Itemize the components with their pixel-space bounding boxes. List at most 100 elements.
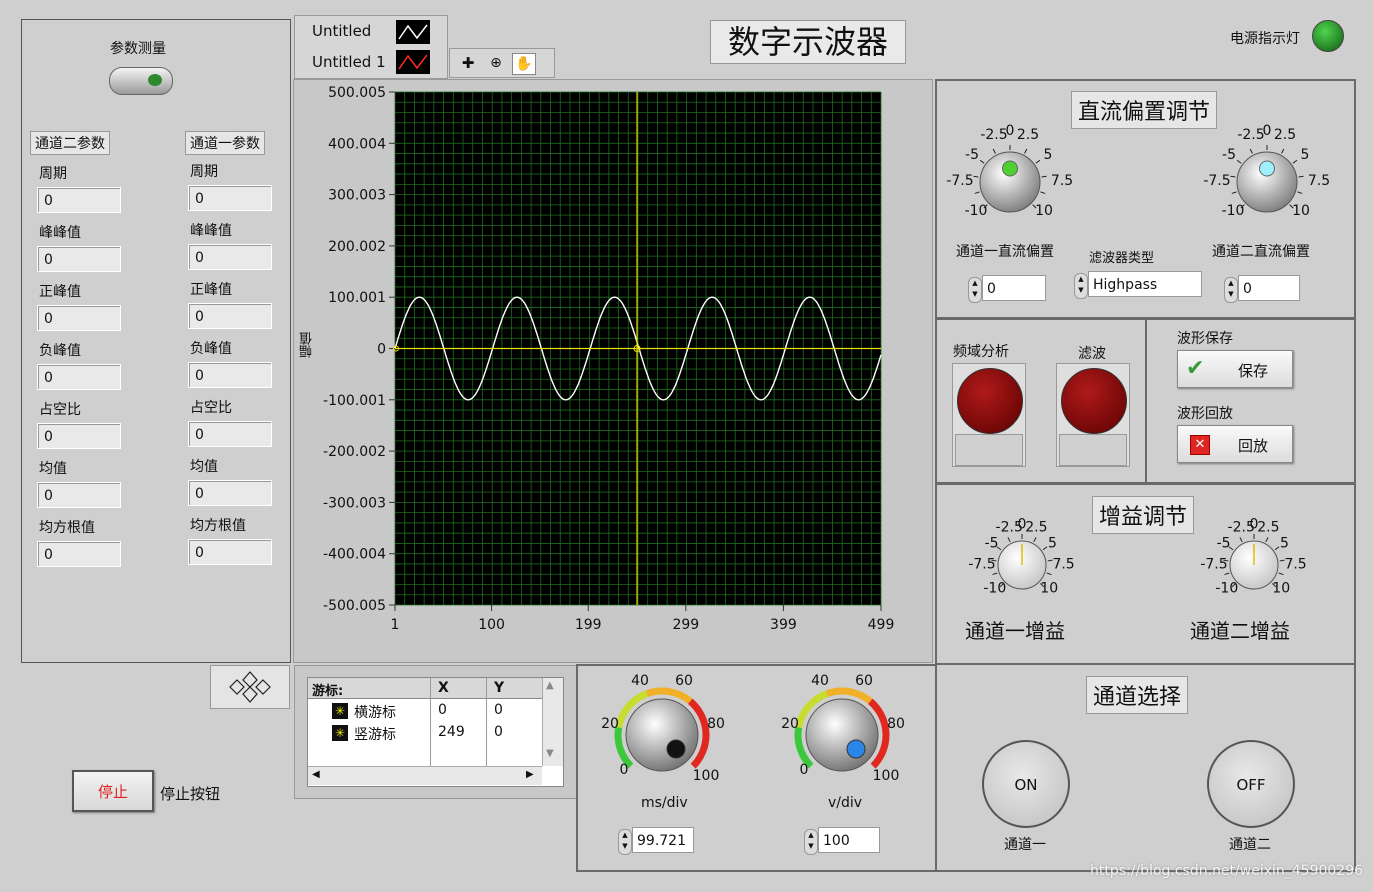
channel1-params-header: 通道一参数 xyxy=(185,131,265,155)
legend-swatch-1[interactable] xyxy=(396,50,430,74)
ch2-dc-offset-tick-mark xyxy=(1249,148,1253,154)
power-indicator-label: 电源指示灯 xyxy=(1230,31,1300,47)
ch1-dc-offset-tick-mark xyxy=(1024,148,1028,154)
ch2-dc-offset-tick-label: 7.5 xyxy=(1308,173,1330,189)
x-tick-label: 199 xyxy=(575,617,602,633)
cursor-row-icon: ✳ xyxy=(332,725,348,741)
channel-select-header: 通道选择 xyxy=(1086,676,1189,714)
filter-type-control[interactable]: ▲ ▼ Highpass xyxy=(1074,271,1206,299)
ch1-gain-label: 通道一增益 xyxy=(965,619,1065,643)
y-tick-label: -500.005 xyxy=(323,598,386,614)
ms-div-value[interactable]: 99.721 xyxy=(632,827,694,853)
ch1-dc-offset-tick-label: 0 xyxy=(1006,123,1015,139)
waveform-graph[interactable]: 500.005 400.004 300.003 200.002 100.001 0 -100… xyxy=(300,80,910,640)
ch1-dc-offset-tick-label: 5 xyxy=(1044,147,1053,163)
y-tick-label: 300.003 xyxy=(328,188,386,204)
timebase-knobs: 40 60 20 80 0 100 40 60 20 80 0 100 xyxy=(601,673,905,784)
channel2_params-value-3: 0 xyxy=(37,364,121,390)
y-tick-label: -100.001 xyxy=(323,393,386,409)
channel2_params-label-6: 均方根值 xyxy=(39,520,95,536)
stop-button-label: 停止按钮 xyxy=(160,785,221,803)
legend-swatch-0[interactable] xyxy=(396,20,430,44)
ch1-dc-offset-indicator xyxy=(1002,160,1018,177)
ch1-gain-tick-label: 7.5 xyxy=(1052,556,1074,572)
vertical-scrollbar[interactable]: ▲ ▼ xyxy=(542,678,563,766)
ch2-dc-offset-control[interactable]: ▲ ▼ 0 xyxy=(1224,275,1304,303)
v-div-control[interactable]: ▲ ▼ 100 xyxy=(804,827,884,855)
cursor-row-0-x: 0 xyxy=(438,702,447,718)
ms-div-control[interactable]: ▲ ▼ 99.721 xyxy=(618,827,698,855)
ch2-dc-offset-tick-mark xyxy=(1230,175,1236,178)
scroll-left-icon[interactable]: ◀ xyxy=(312,769,320,780)
scroll-down-icon[interactable]: ▼ xyxy=(546,748,554,759)
channel2_params-value-6: 0 xyxy=(37,541,121,567)
channel2_params-label-1: 峰峰值 xyxy=(39,225,81,241)
x-tick-label: 1 xyxy=(391,617,400,633)
ch1-dc-offset-tick-label: 2.5 xyxy=(1017,127,1039,143)
save-button[interactable]: ✔ 保存 xyxy=(1177,350,1293,388)
ch2-gain-tick-mark xyxy=(1239,537,1243,543)
ch1-dc-offset-control[interactable]: ▲ ▼ 0 xyxy=(968,275,1048,303)
graph-scale-icon[interactable] xyxy=(210,665,290,709)
ch2-dc-offset-tick-label: 0 xyxy=(1263,123,1272,139)
x-tick-label: 399 xyxy=(770,617,797,633)
ch1-dc-offset-tick-label: 10 xyxy=(1035,203,1053,219)
channel2_params-value-2: 0 xyxy=(37,305,121,331)
ms-div-tick-label: 60 xyxy=(675,673,693,689)
filter-button[interactable] xyxy=(1056,363,1130,467)
v-div-value[interactable]: 100 xyxy=(818,827,880,853)
ch2-dc-offset-value[interactable]: 0 xyxy=(1238,275,1300,301)
scroll-up-icon[interactable]: ▲ xyxy=(546,680,554,691)
toggle-led-icon xyxy=(148,74,162,86)
filter-type-spinner-icon[interactable]: ▲ ▼ xyxy=(1074,273,1088,299)
ch2-dc-offset-tick-label: -10 xyxy=(1222,203,1245,219)
legend-label-1: Untitled 1 xyxy=(312,53,386,71)
ch2-gain-tick-mark xyxy=(1278,572,1284,576)
y-tick-label: 0 xyxy=(377,342,386,358)
channel1_params-label-6: 均方根值 xyxy=(190,518,246,534)
ms-div-spinner-icon[interactable]: ▲ ▼ xyxy=(618,829,632,855)
pan-hand-icon[interactable]: ✋ xyxy=(512,53,536,75)
channel2_params-value-0: 0 xyxy=(37,187,121,213)
param-measure-label: 参数测量 xyxy=(110,41,166,57)
ch1-gain-tick-mark xyxy=(1033,537,1037,543)
ch1-dc-offset-tick-mark xyxy=(974,191,980,194)
replay-button[interactable]: ✕ 回放 xyxy=(1177,425,1293,463)
ch1-dc-offset-tick-label: -5 xyxy=(965,147,979,163)
filter-type-value[interactable]: Highpass xyxy=(1088,271,1202,297)
y-tick-label: 100.001 xyxy=(328,290,386,306)
channel2-off-text: OFF xyxy=(1236,776,1266,794)
cursor-row-0-name: 横游标 xyxy=(354,705,396,721)
cursor-table[interactable]: 游标: X Y ✳ 横游标 0 0 ✳ 竖游标 249 0 ▲ ▼ ◀ ▶ xyxy=(307,677,564,787)
fft-button[interactable] xyxy=(952,363,1026,467)
channel1_params-label-5: 均值 xyxy=(190,459,218,475)
ch1-dc-offset-value[interactable]: 0 xyxy=(982,275,1046,301)
ch2-gain-tick-mark xyxy=(1265,537,1269,543)
v-div-spinner-icon[interactable]: ▲ ▼ xyxy=(804,829,818,855)
ms-div-knob[interactable] xyxy=(625,698,699,772)
dc-offset-knobs: -2.50 2.5-5 5-7.5 7.5-10 10-2.50 2.5-5 5-7.5 7.… xyxy=(946,123,1330,219)
channel2-off-button[interactable]: OFF xyxy=(1207,740,1295,828)
channel1-on-button[interactable]: ON xyxy=(982,740,1070,828)
ms-div-tick-label: 40 xyxy=(631,673,649,689)
ch1-gain-tick-label: -7.5 xyxy=(968,556,995,572)
horizontal-scrollbar[interactable]: ◀ ▶ xyxy=(308,766,542,785)
scroll-right-icon[interactable]: ▶ xyxy=(526,769,534,780)
ch1-dc-spinner-icon[interactable]: ▲ ▼ xyxy=(968,277,982,303)
ch1-dc-offset-tick-mark xyxy=(1041,175,1047,178)
cursor-row-icon: ✳ xyxy=(332,703,348,719)
stop-button[interactable]: 停止 xyxy=(72,770,154,812)
ch2-dc-offset-tick-label: 2.5 xyxy=(1274,127,1296,143)
v-div-knob[interactable] xyxy=(805,698,879,772)
ch1-dc-offset-label: 通道一直流偏置 xyxy=(956,244,1054,260)
ch2-dc-offset-tick-label: -2.5 xyxy=(1237,127,1264,143)
zoom-tool-icon[interactable]: ⊕ xyxy=(486,54,506,72)
param-measure-toggle[interactable] xyxy=(109,67,173,95)
cursor-row-1-name: 竖游标 xyxy=(354,727,396,743)
ch2-dc-offset-tick-label: 5 xyxy=(1301,147,1310,163)
watermark: https://blog.csdn.net/weixin_45900296 xyxy=(1090,863,1364,879)
ch2-dc-spinner-icon[interactable]: ▲ ▼ xyxy=(1224,277,1238,303)
ms-div-tick-label: 80 xyxy=(707,716,725,732)
crosshair-tool-icon[interactable]: ✚ xyxy=(458,54,478,72)
y-tick-label: 400.004 xyxy=(328,136,386,152)
